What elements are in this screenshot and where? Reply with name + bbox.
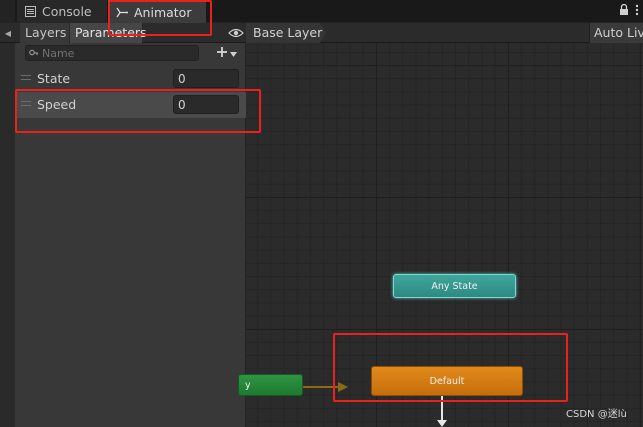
state-node-entry[interactable]: y [238, 374, 303, 396]
default-transition-arrowhead [437, 420, 447, 427]
state-node-any-state[interactable]: Any State [393, 274, 516, 298]
highlight-default-state [333, 333, 568, 402]
highlight-speed-parameter [15, 89, 261, 133]
watermark: CSDN @迷lù [566, 409, 627, 420]
highlight-animator-tab [108, 0, 212, 36]
